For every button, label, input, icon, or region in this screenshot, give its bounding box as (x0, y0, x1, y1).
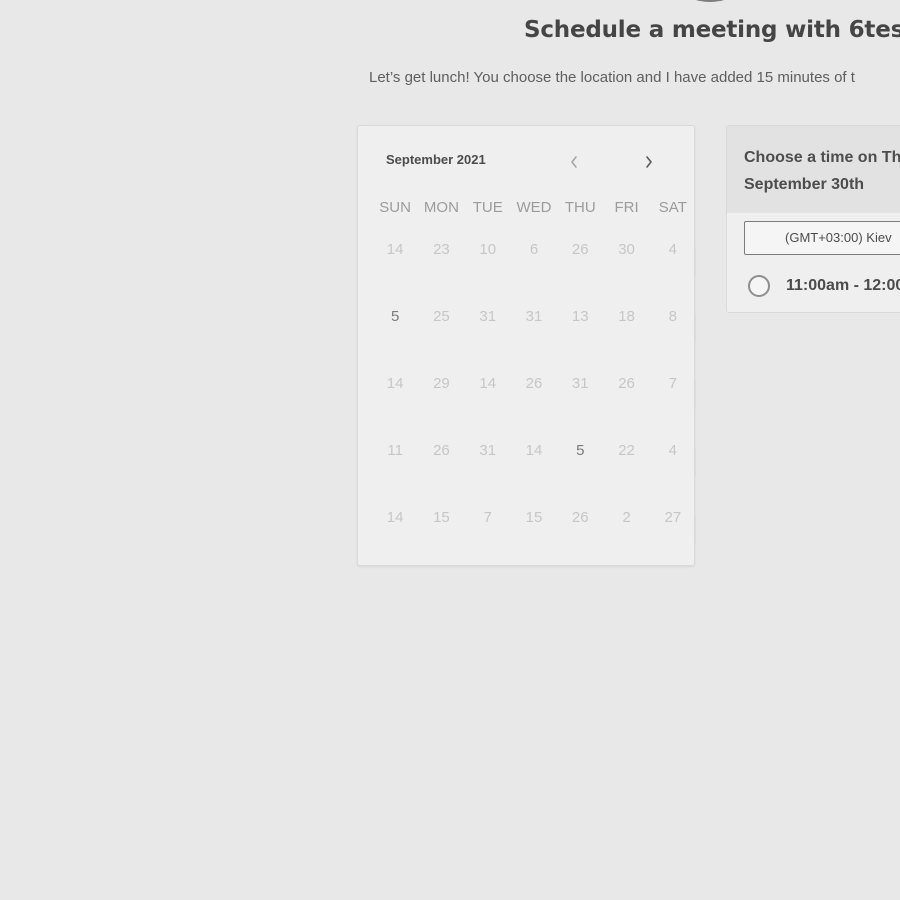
time-panel-header: Choose a time on Th September 30th (727, 126, 900, 213)
calendar-day: 14 (386, 375, 404, 392)
calendar-day: 18 (618, 308, 635, 325)
calendar-week-row: 5 25 31 31 13 18 8 (372, 306, 696, 373)
calendar-day: 14 (525, 442, 543, 459)
calendar-day: 15 (525, 509, 543, 526)
time-slot[interactable]: 11:00am - 12:00 (727, 265, 900, 313)
calendar-day: 11 (387, 442, 403, 459)
time-slot-radio[interactable] (748, 275, 770, 297)
calendar-day: 26 (433, 442, 450, 459)
calendar-day: 31 (525, 308, 543, 325)
weekday-header: SUN MON TUE WED THU FRI SAT (372, 199, 696, 216)
calendar-week-row: 14 15 7 15 26 2 27 (372, 507, 696, 574)
calendar-day: 26 (571, 509, 589, 526)
weekday-label: SAT (658, 199, 687, 216)
calendar-day: 4 (668, 442, 677, 459)
scheduling-page: Schedule a meeting with 6test Let’s get … (0, 0, 900, 900)
calendar-day: 15 (433, 509, 450, 526)
weekday-label: THU (564, 199, 596, 216)
calendar-day: 7 (668, 375, 677, 392)
calendar-day: 29 (433, 375, 450, 392)
weekday-label: FRI (614, 199, 639, 216)
calendar-day: 8 (668, 308, 677, 325)
calendar-day: 26 (571, 241, 589, 258)
weekday-label: MON (423, 199, 459, 216)
previous-month-button[interactable] (562, 150, 586, 174)
avatar (660, 0, 760, 2)
weekday-label: SUN (379, 199, 411, 216)
calendar-day[interactable]: 5 (372, 306, 418, 373)
calendar-day: 25 (433, 308, 450, 325)
time-selection-panel: Choose a time on Th September 30th (GMT+… (726, 125, 900, 313)
calendar-day: 14 (479, 375, 497, 392)
time-panel-title-line2: September 30th (744, 176, 865, 193)
time-panel-title-line1: Choose a time on Th (744, 149, 900, 166)
calendar-day: 31 (479, 442, 497, 459)
calendar-day: 31 (479, 308, 497, 325)
calendar-day: 26 (618, 375, 635, 392)
page-subtitle: Let’s get lunch! You choose the location… (369, 69, 855, 86)
calendar-week-row: 14 29 14 26 31 26 7 (372, 373, 696, 440)
weekday-label: WED (516, 199, 552, 216)
calendar-day: 7 (483, 509, 492, 526)
calendar-day: 26 (525, 375, 543, 392)
calendar-week-row: 14 23 10 6 26 30 4 (372, 239, 696, 306)
calendar-grid: 14 23 10 6 26 30 4 5 25 31 31 13 18 8 14 29 14 26 31 26 7 11 2… (372, 239, 696, 574)
weekday-label: TUE (472, 199, 503, 216)
calendar-week-row: 11 26 31 14 5 22 4 (372, 440, 696, 507)
calendar-day[interactable]: 5 (557, 440, 603, 507)
timezone-select[interactable]: (GMT+03:00) Kiev (744, 221, 900, 255)
calendar-day: 27 (664, 509, 682, 526)
time-slot-label: 11:00am - 12:00 (786, 277, 900, 294)
page-title: Schedule a meeting with 6test (524, 17, 900, 43)
calendar-day: 14 (386, 509, 404, 526)
time-panel-title: Choose a time on Th September 30th (744, 144, 900, 198)
calendar-month-label: September 2021 (386, 152, 486, 167)
calendar-day: 31 (571, 375, 589, 392)
chevron-left-icon (571, 156, 577, 168)
calendar-day: 4 (668, 241, 677, 258)
next-month-button[interactable] (637, 150, 661, 174)
calendar-day: 30 (618, 241, 635, 258)
calendar-day: 10 (479, 241, 497, 258)
chevron-right-icon (646, 156, 652, 168)
calendar-day: 23 (433, 241, 450, 258)
calendar: September 2021 SUN MON TUE WED THU FRI S… (357, 125, 696, 566)
calendar-day: 13 (571, 308, 589, 325)
calendar-day: 2 (622, 509, 631, 526)
calendar-day: 14 (386, 241, 404, 258)
calendar-day: 6 (529, 241, 539, 258)
calendar-day: 22 (618, 442, 635, 459)
